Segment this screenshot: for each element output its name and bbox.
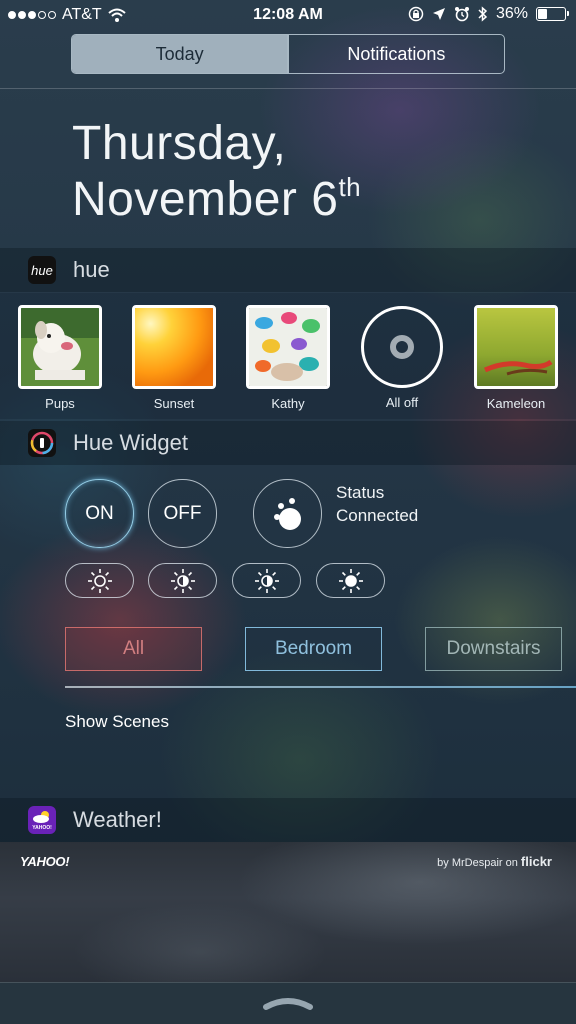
hue-bridge-icon	[273, 497, 301, 530]
brightness-empty-icon	[87, 568, 112, 593]
brightness-half-icon	[170, 568, 195, 593]
show-scenes-link[interactable]: Show Scenes	[65, 712, 169, 732]
hue-widget-app-icon	[28, 429, 56, 457]
hue-section-header[interactable]: hue hue	[0, 248, 576, 292]
status-value: Connected	[336, 506, 419, 525]
scene-label: Pups	[45, 396, 75, 411]
battery-percent: 36%	[495, 5, 528, 22]
scene-kathy-thumbnail	[246, 305, 330, 389]
weather-section-title: Weather!	[73, 807, 162, 832]
chevron-up-handle-icon[interactable]	[262, 993, 314, 1013]
scene-label: Sunset	[153, 396, 195, 411]
yahoo-logo: YAHOO!	[20, 854, 70, 869]
group-divider	[65, 686, 576, 688]
hue-app-icon: hue	[28, 256, 56, 284]
status-label: Status	[336, 483, 385, 502]
brightness-high-button[interactable]	[316, 563, 385, 598]
hue-widget-section-title: Hue Widget	[73, 430, 188, 455]
credit-prefix: by MrDespair on	[437, 857, 518, 869]
hue-section-title: hue	[73, 257, 110, 282]
date-suffix: th	[338, 172, 362, 202]
yahoo-weather-app-icon: YAHOO!	[28, 806, 56, 834]
bottom-bar	[0, 982, 576, 1024]
group-downstairs-button[interactable]: Downstairs	[425, 627, 562, 671]
scene-label: Kameleon	[486, 396, 546, 411]
scene-sunset[interactable]: Sunset	[132, 305, 216, 411]
bluetooth-icon	[478, 6, 488, 22]
scene-sunset-thumbnail	[132, 305, 216, 389]
hue-widget-section-header[interactable]: Hue Widget	[0, 421, 576, 465]
brightness-medium-low-button[interactable]	[148, 563, 217, 598]
scene-all-off[interactable]: All off	[360, 305, 444, 410]
scene-kathy[interactable]: Kathy	[246, 305, 330, 411]
hue-app-icon-text: hue	[31, 262, 53, 278]
flickr-logo: flickr	[520, 854, 552, 869]
scene-pups[interactable]: Pups	[18, 305, 102, 411]
tab-notifications[interactable]: Notifications	[289, 35, 504, 73]
group-bedroom-button[interactable]: Bedroom	[245, 627, 382, 671]
scene-kameleon[interactable]: Kameleon	[474, 305, 558, 411]
date-weekday: Thursday,	[72, 117, 287, 170]
today-notifications-segmented-control: Today Notifications	[71, 34, 505, 74]
scene-kameleon-thumbnail	[474, 305, 558, 389]
status-right: 36%	[408, 5, 569, 23]
date-month-day-text: November 6	[72, 173, 339, 226]
battery-icon	[536, 7, 569, 21]
date-month-day: November 6th	[72, 172, 361, 227]
yahoo-app-icon-text: YAHOO!	[32, 824, 52, 831]
weather-card[interactable]: YAHOO! by MrDespair on flickr	[0, 842, 576, 982]
flickr-credit: by MrDespair on flickr	[437, 854, 552, 869]
on-button[interactable]: ON	[65, 479, 134, 548]
header-divider	[0, 88, 576, 89]
alarm-icon	[454, 7, 469, 22]
status-bar: AT&T 12:08 AM 36%	[0, 0, 576, 30]
bridge-status-button[interactable]	[253, 479, 322, 548]
hue-scenes-row: Pups Sunset Kathy All off Kameleon	[0, 293, 576, 419]
location-arrow-icon	[432, 8, 445, 20]
brightness-low-button[interactable]	[65, 563, 134, 598]
scene-label: Kathy	[271, 396, 305, 411]
group-all-button[interactable]: All	[65, 627, 202, 671]
all-off-icon	[361, 306, 443, 388]
off-button[interactable]: OFF	[148, 479, 217, 548]
brightness-medium-high-button[interactable]	[232, 563, 301, 598]
tab-today[interactable]: Today	[72, 35, 288, 73]
cloud-icon	[33, 810, 49, 823]
scene-label: All off	[385, 395, 419, 410]
brightness-full-icon	[338, 568, 363, 593]
brightness-half-icon	[254, 568, 279, 593]
rotation-lock-icon	[408, 6, 424, 22]
scene-pups-thumbnail	[18, 305, 102, 389]
weather-section-header[interactable]: YAHOO! Weather!	[0, 798, 576, 842]
